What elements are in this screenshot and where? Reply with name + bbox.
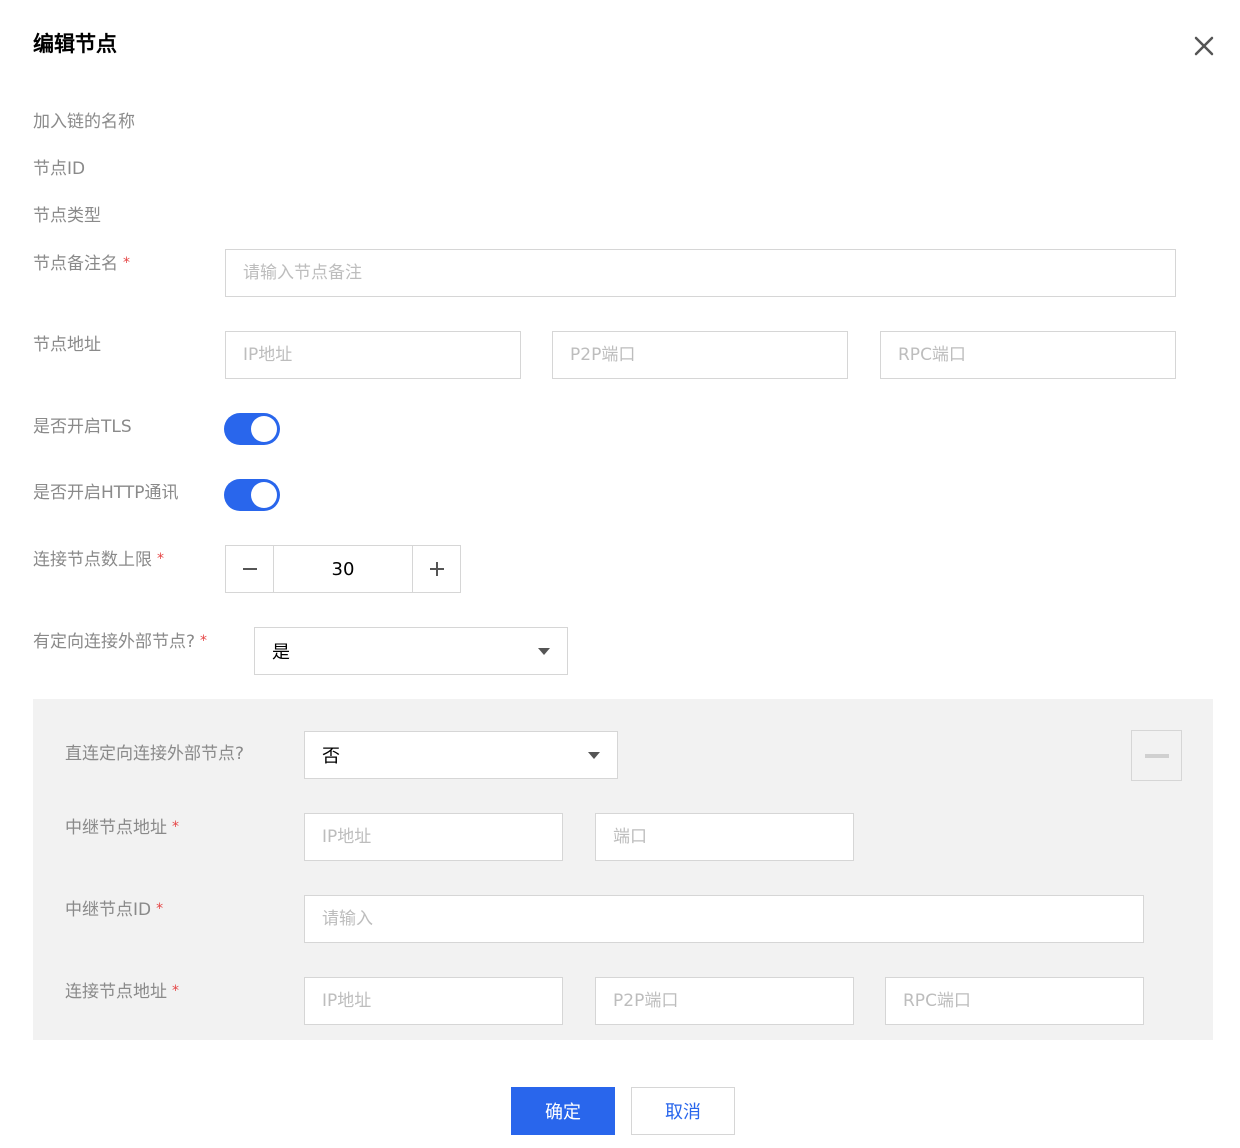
max-conn-stepper: 30 — [225, 545, 461, 593]
toggle-knob — [251, 416, 277, 442]
p2p-port-input[interactable] — [552, 331, 848, 379]
required-mark: * — [200, 633, 208, 649]
conn-ip-input[interactable] — [304, 977, 563, 1025]
remark-label: 节点备注名 * — [33, 251, 130, 276]
direct-connect-select[interactable]: 否 — [304, 731, 618, 779]
address-label: 节点地址 — [33, 335, 101, 355]
required-mark: * — [157, 551, 164, 567]
node-id-label: 节点ID — [33, 159, 86, 179]
max-conn-label-text: 连接节点数上限 — [33, 550, 152, 570]
tls-label: 是否开启TLS — [33, 417, 132, 437]
relay-addr-label-text: 中继节点地址 — [65, 818, 167, 838]
cancel-button[interactable]: 取消 — [631, 1087, 735, 1135]
http-toggle[interactable] — [224, 479, 280, 511]
edit-node-dialog: 编辑节点 加入链的名称 节点ID 节点类型 节点备注名 * 节点地址 是否开启TL… — [0, 0, 1240, 1148]
toggle-knob — [251, 482, 277, 508]
directed-label-text: 有定向连接外部节点? — [33, 632, 196, 652]
max-conn-value[interactable]: 30 — [273, 546, 413, 592]
relay-id-input[interactable] — [304, 895, 1144, 943]
conn-rpc-input[interactable] — [885, 977, 1144, 1025]
direct-connect-select-value: 否 — [322, 746, 340, 767]
node-type-label: 节点类型 — [33, 206, 101, 226]
confirm-button[interactable]: 确定 — [511, 1087, 615, 1135]
required-mark: * — [172, 819, 179, 835]
rpc-port-input[interactable] — [880, 331, 1176, 379]
relay-ip-input[interactable] — [304, 813, 563, 861]
caret-down-icon — [538, 647, 550, 655]
direct-connect-label: 直连定向连接外部节点? — [65, 744, 245, 764]
http-label: 是否开启HTTP通讯 — [33, 483, 179, 503]
plus-icon — [429, 562, 444, 576]
conn-p2p-input[interactable] — [595, 977, 854, 1025]
directed-select[interactable]: 是 — [254, 627, 568, 675]
relay-id-label: 中继节点ID * — [65, 897, 163, 922]
decrement-button[interactable] — [226, 546, 273, 592]
relay-id-label-text: 中继节点ID — [65, 900, 152, 920]
max-conn-label: 连接节点数上限 * — [33, 547, 164, 572]
conn-addr-label: 连接节点地址 * — [65, 979, 179, 1004]
directed-label: 有定向连接外部节点? * — [33, 629, 207, 654]
relay-addr-label: 中继节点地址 * — [65, 815, 179, 840]
close-button[interactable] — [1188, 30, 1220, 62]
remark-input[interactable] — [225, 249, 1176, 297]
chain-name-label: 加入链的名称 — [33, 112, 135, 132]
dialog-title: 编辑节点 — [33, 32, 117, 56]
minus-icon — [242, 568, 257, 570]
increment-button[interactable] — [413, 546, 460, 592]
required-mark: * — [172, 983, 179, 999]
remark-label-text: 节点备注名 — [33, 254, 118, 274]
remove-external-node-button[interactable] — [1131, 730, 1182, 781]
required-mark: * — [156, 901, 164, 917]
ip-address-input[interactable] — [225, 331, 521, 379]
relay-port-input[interactable] — [595, 813, 854, 861]
directed-select-value: 是 — [272, 642, 290, 663]
tls-toggle[interactable] — [224, 413, 280, 445]
required-mark: * — [123, 255, 130, 271]
close-icon — [1194, 36, 1214, 56]
conn-addr-label-text: 连接节点地址 — [65, 982, 167, 1002]
minus-icon — [1144, 753, 1169, 758]
caret-down-icon — [588, 751, 600, 759]
